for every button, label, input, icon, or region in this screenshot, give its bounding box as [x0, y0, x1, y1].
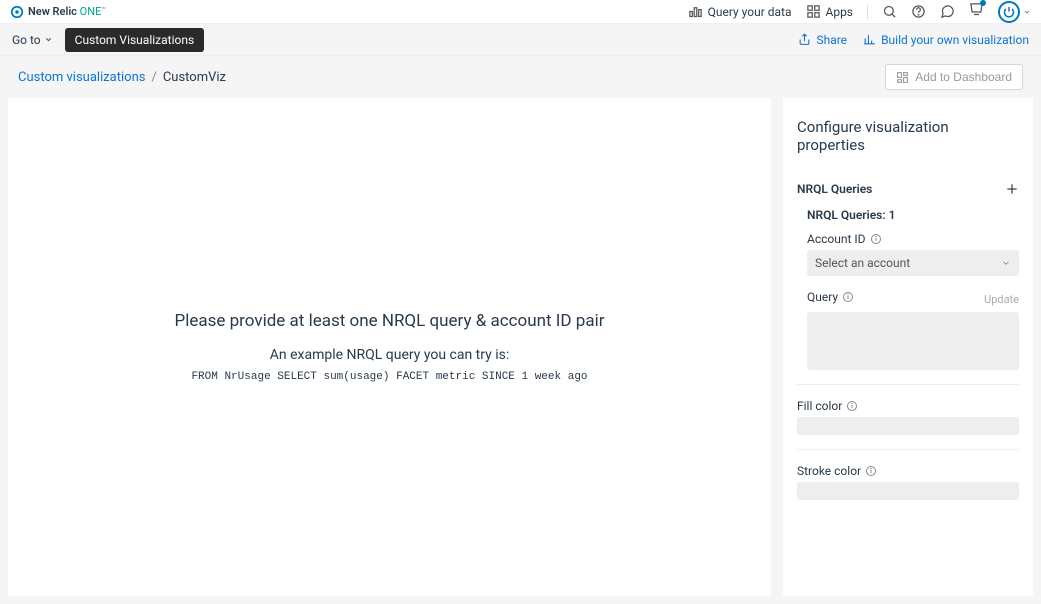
breadcrumb-root[interactable]: Custom visualizations [18, 70, 145, 85]
fill-color-input[interactable] [797, 417, 1019, 435]
grid-icon [806, 4, 821, 19]
chevron-down-icon [1001, 258, 1011, 268]
brand-logo[interactable]: New Relic ONE™ [10, 5, 106, 19]
sub-header: Go to Custom Visualizations Share Build … [0, 24, 1041, 56]
chevron-down-icon [44, 35, 53, 44]
config-panel-title: Configure visualization properties [797, 118, 1019, 154]
user-avatar[interactable] [998, 1, 1020, 23]
nrql-instance-label: NRQL Queries: 1 [797, 208, 1019, 222]
apps-link[interactable]: Apps [806, 4, 854, 19]
fill-color-label: Fill color [797, 399, 842, 413]
add-query-button[interactable] [1005, 182, 1019, 196]
bar-chart-icon [688, 4, 703, 19]
newrelic-logo-icon [10, 5, 24, 19]
goto-dropdown[interactable]: Go to [12, 33, 53, 47]
placeholder-code-example: FROM NrUsage SELECT sum(usage) FACET met… [191, 371, 587, 383]
breadcrumb-row: Custom visualizations / CustomViz Add to… [0, 56, 1041, 98]
search-icon[interactable] [882, 4, 897, 19]
stroke-color-input[interactable] [797, 482, 1019, 500]
info-icon[interactable] [846, 400, 858, 412]
nrql-queries-heading: NRQL Queries [797, 182, 872, 196]
power-icon [1003, 6, 1015, 18]
breadcrumb-current: CustomViz [163, 70, 226, 85]
global-header: New Relic ONE™ Query your data Apps [0, 0, 1041, 24]
account-select[interactable]: Select an account [807, 250, 1019, 276]
stroke-color-label: Stroke color [797, 464, 861, 478]
query-label: Query [807, 290, 838, 304]
build-visualization-link[interactable]: Build your own visualization [863, 33, 1029, 47]
dashboard-icon [896, 71, 909, 84]
visualization-canvas: Please provide at least one NRQL query &… [8, 98, 771, 596]
info-icon[interactable] [842, 291, 854, 303]
update-query-link[interactable]: Update [984, 293, 1019, 306]
config-panel: Configure visualization properties NRQL … [783, 98, 1033, 596]
feedback-icon[interactable] [940, 4, 955, 19]
add-to-dashboard-button[interactable]: Add to Dashboard [885, 64, 1023, 90]
context-pill[interactable]: Custom Visualizations [65, 28, 205, 52]
share-icon [798, 33, 811, 46]
share-link[interactable]: Share [798, 33, 847, 47]
chevron-down-icon[interactable] [1023, 8, 1031, 16]
query-textarea[interactable] [807, 312, 1019, 370]
info-icon[interactable] [870, 233, 882, 245]
brand-text: New Relic ONE™ [28, 5, 106, 18]
divider [797, 384, 1019, 385]
placeholder-heading: Please provide at least one NRQL query &… [175, 311, 605, 331]
placeholder-subtitle: An example NRQL query you can try is: [270, 347, 510, 363]
header-actions: Query your data Apps [688, 1, 1031, 23]
chart-icon [863, 33, 876, 46]
query-your-data-link[interactable]: Query your data [688, 4, 792, 19]
help-icon[interactable] [911, 4, 926, 19]
account-id-label: Account ID [807, 232, 866, 246]
breadcrumb-separator: / [151, 70, 156, 85]
info-icon[interactable] [865, 465, 877, 477]
divider [797, 449, 1019, 450]
